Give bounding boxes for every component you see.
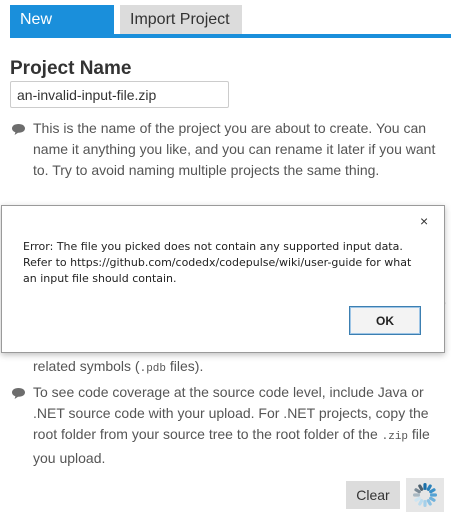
hint-text: This is the name of the project you are … xyxy=(33,120,436,178)
tab-underline xyxy=(10,34,451,38)
clear-button[interactable]: Clear xyxy=(346,481,400,509)
spinner-icon xyxy=(406,478,444,512)
related-symbols-text: related symbols (.pdb files). xyxy=(33,358,204,375)
tab-new-project[interactable]: New Project xyxy=(10,5,114,57)
error-message: Error: The file you picked does not cont… xyxy=(23,240,412,285)
speech-bubble-icon xyxy=(11,385,26,406)
speech-bubble-icon xyxy=(11,121,26,142)
close-icon[interactable]: × xyxy=(420,213,428,229)
project-name-hint: This is the name of the project you are … xyxy=(10,118,444,181)
hint-text: To see code coverage at the source code … xyxy=(33,384,430,466)
source-code-hint: To see code coverage at the source code … xyxy=(10,382,444,469)
project-name-heading: Project Name xyxy=(10,58,132,79)
error-dialog: × Error: The file you picked does not co… xyxy=(1,205,445,353)
project-name-input[interactable] xyxy=(10,81,229,108)
ok-button[interactable]: OK xyxy=(349,306,421,335)
tab-import-project[interactable]: Import Project xyxy=(120,5,242,34)
